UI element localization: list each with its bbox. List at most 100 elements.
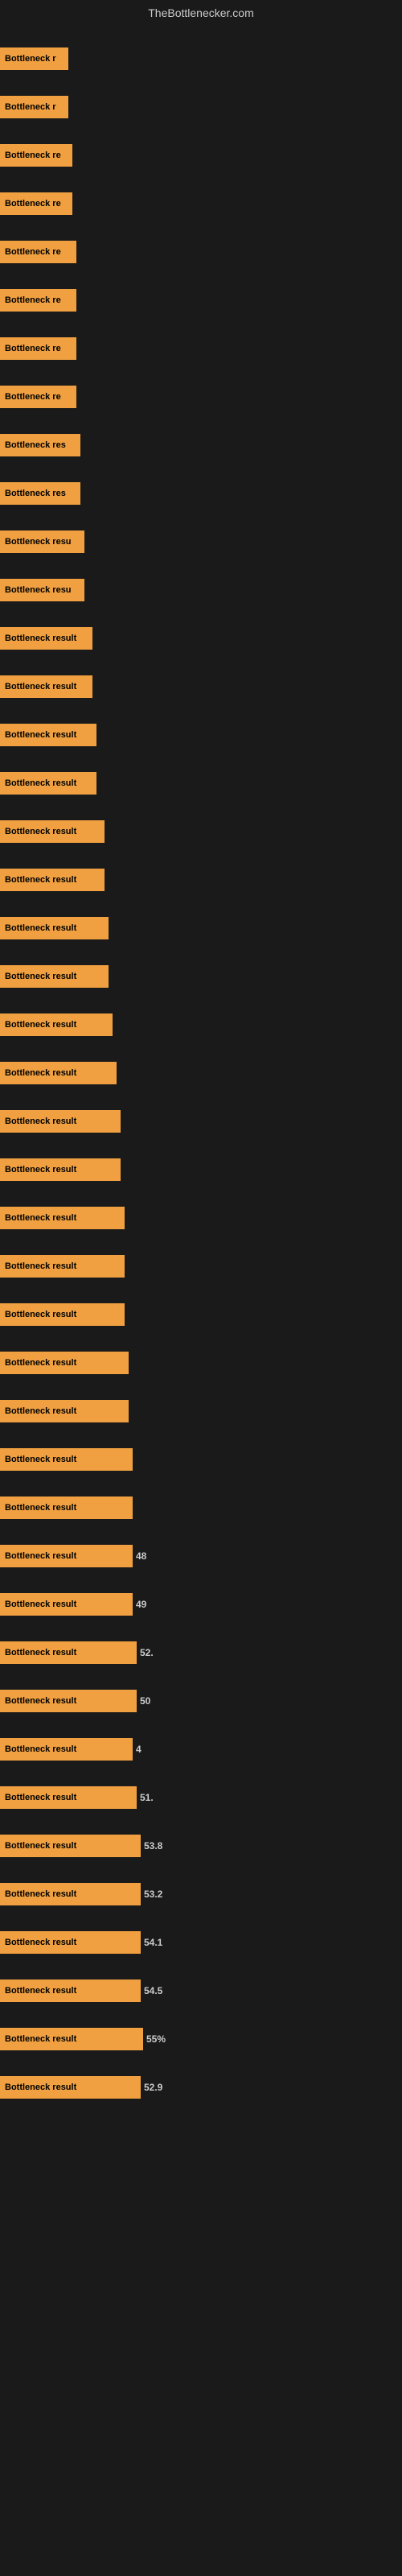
bar-row: Bottleneck result [0,1005,113,1045]
bar-label: Bottleneck result [0,869,105,891]
bar-label: Bottleneck result [0,1641,137,1664]
bar-row: Bottleneck result [0,1439,133,1480]
bar-row: Bottleneck result51. [0,1777,154,1818]
bar-row: Bottleneck result [0,1053,117,1093]
bar-label: Bottleneck re [0,337,76,360]
bar-row: Bottleneck result52.9 [0,2067,162,2107]
bar-row: Bottleneck result54.5 [0,1971,162,2011]
bar-label: Bottleneck result [0,1786,137,1809]
bar-row: Bottleneck result [0,667,92,707]
bar-row: Bottleneck result [0,1343,129,1383]
bar-row: Bottleneck r [0,39,68,79]
bar-label: Bottleneck result [0,2076,141,2099]
bar-label: Bottleneck result [0,965,109,988]
bar-label: Bottleneck re [0,144,72,167]
bar-row: Bottleneck re [0,328,76,369]
bar-value: 51. [140,1792,154,1803]
bar-label: Bottleneck result [0,1158,121,1181]
bar-label: Bottleneck result [0,1690,137,1712]
bar-value: 48 [136,1550,146,1562]
bar-row: Bottleneck result50 [0,1681,150,1721]
bar-label: Bottleneck result [0,1835,141,1857]
bar-label: Bottleneck result [0,1013,113,1036]
bar-label: Bottleneck r [0,47,68,70]
bar-row: Bottleneck result [0,1150,121,1190]
bar-label: Bottleneck resu [0,530,84,553]
bar-row: Bottleneck result53.8 [0,1826,162,1866]
bar-value: 4 [136,1744,142,1755]
bar-row: Bottleneck result [0,1294,125,1335]
bar-row: Bottleneck result52. [0,1633,154,1673]
bar-label: Bottleneck result [0,1883,141,1905]
bar-label: Bottleneck result [0,820,105,843]
bar-value: 55% [146,2033,166,2045]
bar-row: Bottleneck result49 [0,1584,146,1624]
bar-label: Bottleneck res [0,482,80,505]
bar-row: Bottleneck re [0,135,72,175]
bar-value: 50 [140,1695,150,1707]
site-title: TheBottlenecker.com [0,0,402,23]
bar-row: Bottleneck re [0,232,76,272]
bar-label: Bottleneck resu [0,579,84,601]
bar-row: Bottleneck result [0,1101,121,1141]
bar-row: Bottleneck result54.1 [0,1922,162,1963]
bar-row: Bottleneck result [0,908,109,948]
bar-label: Bottleneck r [0,96,68,118]
bar-row: Bottleneck re [0,280,76,320]
bar-row: Bottleneck resu [0,522,84,562]
bar-row: Bottleneck result4 [0,1729,142,1769]
bar-label: Bottleneck result [0,1110,121,1133]
bar-row: Bottleneck result [0,811,105,852]
bar-row: Bottleneck res [0,473,80,514]
bar-label: Bottleneck re [0,192,72,215]
bar-value: 53.8 [144,1840,162,1852]
bar-row: Bottleneck result [0,715,96,755]
bar-label: Bottleneck result [0,675,92,698]
bar-row: Bottleneck result [0,1488,133,1528]
bar-row: Bottleneck result48 [0,1536,146,1576]
bar-row: Bottleneck result [0,956,109,997]
bar-label: Bottleneck result [0,1738,133,1761]
bar-label: Bottleneck result [0,917,109,939]
bar-label: Bottleneck result [0,772,96,795]
bar-value: 52.9 [144,2082,162,2093]
bar-row: Bottleneck r [0,87,68,127]
bar-value: 49 [136,1599,146,1610]
bar-label: Bottleneck result [0,1496,133,1519]
bar-label: Bottleneck result [0,2028,143,2050]
bar-value: 54.1 [144,1937,162,1948]
bar-row: Bottleneck result [0,618,92,658]
bar-row: Bottleneck result53.2 [0,1874,162,1914]
bar-label: Bottleneck result [0,1448,133,1471]
bar-label: Bottleneck re [0,289,76,312]
bar-row: Bottleneck result [0,1198,125,1238]
bar-row: Bottleneck resu [0,570,84,610]
bar-label: Bottleneck result [0,1931,141,1954]
bar-row: Bottleneck result [0,763,96,803]
bar-row: Bottleneck re [0,377,76,417]
bar-row: Bottleneck result [0,1246,125,1286]
bar-label: Bottleneck result [0,724,96,746]
bar-label: Bottleneck result [0,627,92,650]
bar-label: Bottleneck result [0,1979,141,2002]
bar-label: Bottleneck result [0,1400,129,1422]
bar-value: 54.5 [144,1985,162,1996]
bar-value: 53.2 [144,1889,162,1900]
bar-row: Bottleneck result [0,1391,129,1431]
bar-row: Bottleneck result55% [0,2019,166,2059]
bar-label: Bottleneck result [0,1352,129,1374]
bar-row: Bottleneck re [0,184,72,224]
bar-label: Bottleneck result [0,1207,125,1229]
bar-value: 52. [140,1647,154,1658]
bar-row: Bottleneck result [0,860,105,900]
bar-row: Bottleneck res [0,425,80,465]
bar-label: Bottleneck result [0,1593,133,1616]
chart-area: Bottleneck r Bottleneck r Bottleneck re Bot… [0,23,402,2558]
bar-label: Bottleneck result [0,1545,133,1567]
bar-label: Bottleneck re [0,241,76,263]
bar-label: Bottleneck re [0,386,76,408]
bar-label: Bottleneck result [0,1303,125,1326]
bar-label: Bottleneck result [0,1062,117,1084]
bar-label: Bottleneck res [0,434,80,456]
bar-label: Bottleneck result [0,1255,125,1278]
